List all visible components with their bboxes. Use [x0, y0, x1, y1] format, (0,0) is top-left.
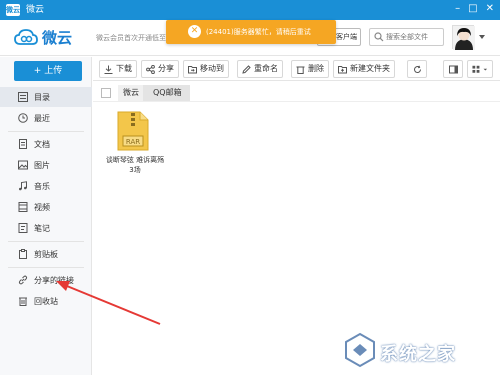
chevron-down-icon	[483, 68, 488, 71]
document-icon	[19, 139, 27, 149]
logo-text: 微云	[42, 29, 73, 47]
file-item[interactable]: RAR 谈断琴弦 难诉离殇 3场	[95, 108, 175, 178]
video-icon	[18, 202, 28, 212]
sidebar-item-label: 图片	[34, 160, 50, 170]
chevron-down-icon[interactable]	[479, 35, 485, 39]
new-folder-icon	[338, 65, 347, 73]
trash-icon	[19, 297, 27, 306]
sidebar-item-label: 视频	[34, 202, 50, 212]
download-icon	[104, 65, 113, 74]
sidebar-divider	[8, 241, 84, 242]
search-icon	[374, 32, 384, 42]
refresh-button[interactable]	[407, 60, 427, 78]
sidebar-item-label: 剪贴板	[34, 249, 58, 259]
search-box[interactable]	[369, 28, 444, 46]
sidebar-item-notes[interactable]: 笔记	[0, 218, 92, 238]
cloud-logo-icon	[14, 28, 38, 45]
share-button[interactable]: 分享	[141, 60, 179, 78]
sidebar-item-directory[interactable]: 目录	[0, 87, 92, 107]
sidebar-item-video[interactable]: 视频	[0, 197, 92, 217]
rename-button[interactable]: 重命名	[237, 60, 283, 78]
close-icon[interactable]: ✕	[486, 3, 494, 15]
grid-view-icon	[472, 65, 480, 73]
sidebar-item-label: 笔记	[34, 223, 50, 233]
refresh-icon	[413, 65, 421, 73]
sidebar-divider	[8, 131, 84, 132]
detail-panel-toggle[interactable]	[443, 60, 463, 78]
sidebar-item-shared-links[interactable]: 分享的链接	[0, 270, 92, 290]
share-icon	[146, 64, 155, 74]
move-to-button[interactable]: 移动到	[183, 60, 229, 78]
error-icon: ✕	[188, 25, 201, 38]
breadcrumb: 微云 QQ邮箱	[93, 84, 500, 102]
watermark-logo-icon	[345, 332, 375, 368]
toolbar: 下载 分享 移动到 重命名 删除 新建文件夹	[93, 57, 500, 81]
sidebar-item-music[interactable]: 音乐	[0, 176, 92, 196]
sidebar-divider	[8, 267, 84, 268]
title-bar: 微云 微云 – □ ✕	[0, 0, 500, 20]
upload-button[interactable]: + 上传	[14, 61, 82, 81]
clipboard-icon	[19, 249, 27, 259]
note-icon	[18, 223, 28, 233]
image-icon	[18, 160, 28, 170]
breadcrumb-root[interactable]: 微云	[118, 85, 144, 101]
maximize-icon[interactable]: □	[468, 3, 477, 15]
sidebar-item-clipboard[interactable]: 剪贴板	[0, 244, 92, 264]
sidebar-item-label: 最近	[34, 113, 50, 123]
download-button[interactable]: 下载	[99, 60, 137, 78]
window-title: 微云	[26, 5, 45, 15]
clock-icon	[18, 113, 28, 123]
new-folder-button[interactable]: 新建文件夹	[333, 60, 395, 78]
sidebar-item-label: 分享的链接	[34, 275, 74, 285]
breadcrumb-current[interactable]: QQ邮箱	[143, 85, 190, 101]
minimize-icon[interactable]: –	[455, 3, 460, 15]
folder-move-icon	[188, 65, 197, 73]
file-name: 谈断琴弦 难诉离殇 3场	[105, 156, 165, 174]
sidebar-item-label: 目录	[34, 92, 50, 102]
rar-archive-icon: RAR	[117, 111, 149, 151]
sidebar-item-label: 回收站	[34, 296, 58, 306]
list-icon	[18, 92, 28, 102]
avatar[interactable]	[452, 25, 475, 50]
edit-icon	[242, 64, 251, 74]
toast-message: (24401)服务器繁忙，请稍后重试	[206, 28, 311, 36]
logo: 微云	[14, 27, 72, 48]
sidebar-item-label: 文档	[34, 139, 50, 149]
search-input[interactable]	[386, 30, 442, 44]
sidebar: + 上传 目录 最近 文档 图片 音乐 视频 笔记 剪贴板 分享的链接 回收站	[0, 57, 92, 375]
delete-button[interactable]: 删除	[291, 60, 329, 78]
error-toast: ✕ (24401)服务器繁忙，请稍后重试	[166, 20, 336, 44]
trash-icon	[296, 66, 305, 74]
sidebar-item-recycle-bin[interactable]: 回收站	[0, 291, 92, 311]
window-controls: – □ ✕	[455, 3, 494, 15]
select-all-checkbox[interactable]	[101, 88, 111, 98]
watermark-text: 系统之家	[380, 344, 456, 365]
view-mode-dropdown[interactable]	[467, 60, 493, 78]
sidebar-item-label: 音乐	[34, 181, 50, 191]
link-icon	[18, 275, 28, 285]
avatar-image-icon	[453, 26, 475, 50]
app-icon: 微云	[6, 4, 20, 16]
sidebar-item-images[interactable]: 图片	[0, 155, 92, 175]
sidebar-item-documents[interactable]: 文档	[0, 134, 92, 154]
svg-text:RAR: RAR	[126, 138, 140, 146]
panel-icon	[448, 65, 458, 73]
music-icon	[19, 181, 27, 191]
watermark: 系统之家	[340, 330, 496, 372]
sidebar-item-recent[interactable]: 最近	[0, 108, 92, 128]
